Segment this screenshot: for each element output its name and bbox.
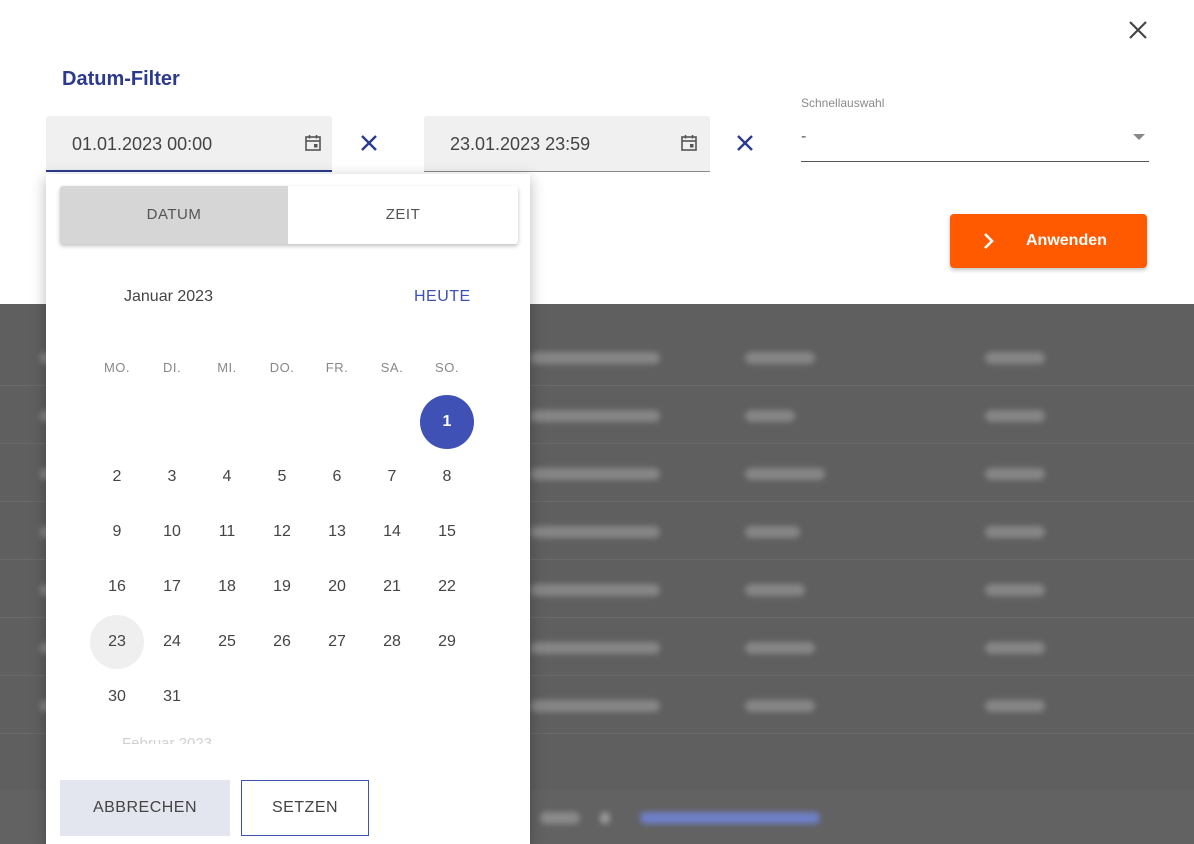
calendar-day[interactable]: 20 bbox=[310, 560, 364, 614]
chevron-right-icon bbox=[984, 233, 994, 249]
calendar-day[interactable]: 18 bbox=[200, 560, 254, 614]
calendar-day[interactable]: 11 bbox=[200, 505, 254, 559]
page-title: Datum-Filter bbox=[62, 68, 180, 90]
clear-to-icon[interactable] bbox=[734, 132, 756, 154]
picker-tabs: DATUM ZEIT bbox=[60, 186, 518, 244]
date-picker: DATUM ZEIT Januar 2023 HEUTE MO. DI. MI.… bbox=[46, 174, 530, 844]
calendar-day[interactable]: 28 bbox=[365, 615, 419, 669]
set-button[interactable]: SETZEN bbox=[241, 780, 369, 836]
calendar-day[interactable]: 2 bbox=[90, 450, 144, 504]
calendar-day[interactable]: 4 bbox=[200, 450, 254, 504]
calendar-day[interactable]: 19 bbox=[255, 560, 309, 614]
calendar-day[interactable]: 9 bbox=[90, 505, 144, 559]
to-date-field[interactable]: 23.01.2023 23:59 bbox=[424, 116, 710, 172]
calendar-day[interactable]: 14 bbox=[365, 505, 419, 559]
weekday-label: FR. bbox=[325, 360, 349, 375]
weekday-label: DO. bbox=[269, 360, 295, 375]
calendar-day[interactable]: 17 bbox=[145, 560, 199, 614]
calendar-day[interactable]: 12 bbox=[255, 505, 309, 559]
from-date-value: 01.01.2023 00:00 bbox=[72, 134, 213, 154]
calendar-day[interactable]: 1 bbox=[420, 395, 474, 449]
calendar-day[interactable]: 7 bbox=[365, 450, 419, 504]
apply-button[interactable]: Anwenden bbox=[950, 214, 1147, 268]
calendar-day[interactable]: 23 bbox=[90, 615, 144, 669]
quick-select-dropdown[interactable]: - bbox=[801, 118, 1149, 162]
calendar-day[interactable]: 30 bbox=[90, 670, 144, 724]
calendar-day[interactable]: 29 bbox=[420, 615, 474, 669]
today-button[interactable]: HEUTE bbox=[414, 288, 471, 306]
calendar-day[interactable]: 16 bbox=[90, 560, 144, 614]
calendar-day[interactable]: 8 bbox=[420, 450, 474, 504]
weekday-label: MI. bbox=[217, 360, 237, 375]
calendar-icon[interactable] bbox=[304, 134, 322, 152]
calendar-day[interactable]: 26 bbox=[255, 615, 309, 669]
cancel-button[interactable]: ABBRECHEN bbox=[60, 780, 230, 836]
tab-datum[interactable]: DATUM bbox=[60, 186, 288, 244]
next-month-title: Februar 2023 bbox=[122, 735, 213, 744]
weekday-label: SA. bbox=[380, 360, 404, 375]
calendar-day[interactable]: 5 bbox=[255, 450, 309, 504]
quick-select-label: Schnellauswahl bbox=[801, 96, 885, 110]
calendar-day[interactable]: 6 bbox=[310, 450, 364, 504]
calendar-day[interactable]: 31 bbox=[145, 670, 199, 724]
calendar-day[interactable]: 21 bbox=[365, 560, 419, 614]
calendar-day[interactable]: 24 bbox=[145, 615, 199, 669]
calendar-day[interactable]: 13 bbox=[310, 505, 364, 559]
weekday-label: SO. bbox=[435, 360, 459, 375]
weekday-label: DI. bbox=[162, 360, 182, 375]
calendar-day[interactable]: 22 bbox=[420, 560, 474, 614]
dropdown-arrow-icon bbox=[1133, 134, 1145, 140]
weekday-label: MO. bbox=[103, 360, 131, 375]
tab-zeit[interactable]: ZEIT bbox=[288, 186, 518, 244]
to-date-value: 23.01.2023 23:59 bbox=[450, 134, 591, 154]
quick-select-value: - bbox=[801, 128, 807, 145]
close-icon[interactable] bbox=[1124, 16, 1152, 44]
calendar-day[interactable]: 15 bbox=[420, 505, 474, 559]
calendar-day[interactable]: 10 bbox=[145, 505, 199, 559]
apply-button-label: Anwenden bbox=[1026, 232, 1107, 249]
calendar-day[interactable]: 27 bbox=[310, 615, 364, 669]
month-title: Januar 2023 bbox=[124, 288, 213, 305]
calendar-day[interactable]: 3 bbox=[145, 450, 199, 504]
clear-from-icon[interactable] bbox=[358, 132, 380, 154]
calendar-day[interactable]: 25 bbox=[200, 615, 254, 669]
from-date-field[interactable]: 01.01.2023 00:00 bbox=[46, 116, 332, 172]
picker-footer: ABBRECHEN SETZEN bbox=[46, 770, 530, 844]
calendar-icon[interactable] bbox=[680, 134, 698, 152]
